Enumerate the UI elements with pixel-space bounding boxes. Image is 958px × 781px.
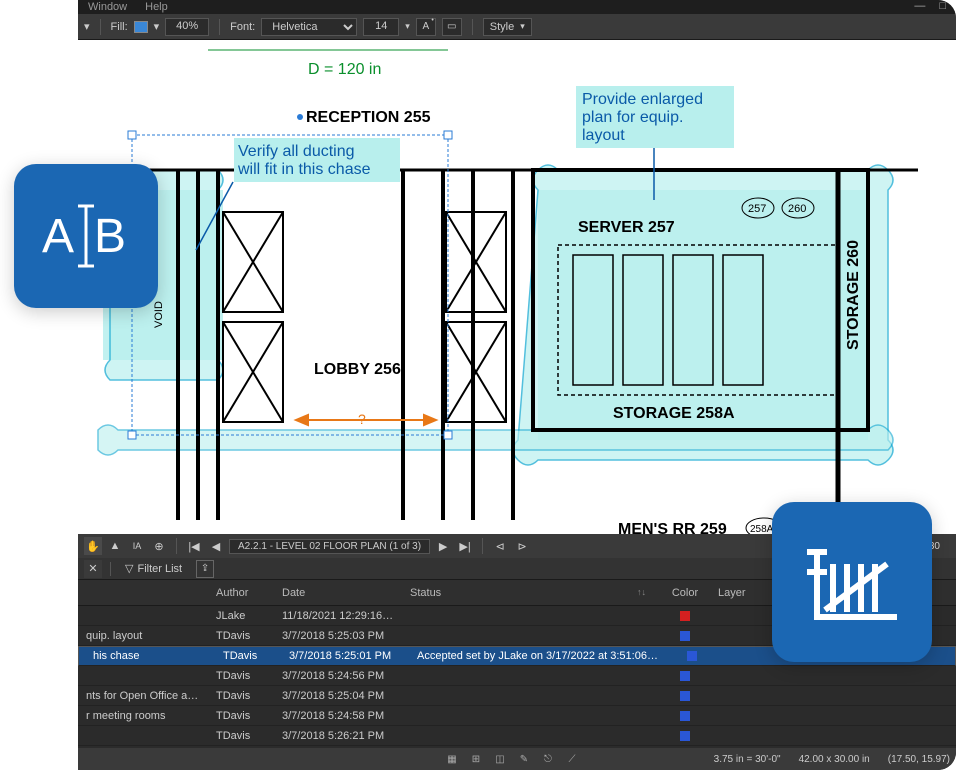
prev-page-button[interactable]: ◀: [207, 537, 225, 555]
status-scale: 3.75 in = 30'-0": [714, 754, 781, 765]
count-tool-overlay-icon: [772, 502, 932, 662]
snap-icon[interactable]: ⊞: [468, 751, 484, 767]
filter-icon: ▽: [125, 562, 133, 575]
sort-icon[interactable]: ↑↓: [637, 587, 646, 599]
text-color-button[interactable]: A•: [416, 18, 436, 36]
formatting-toolbar: ▾ Fill: ▾ 40% Font: Helvetica 14 ▾ A• ▭ …: [78, 14, 956, 40]
table-row[interactable]: TDavis3/7/2018 5:26:21 PM: [78, 726, 956, 746]
menu-window[interactable]: Window: [88, 1, 127, 13]
next-view-button[interactable]: ⊳: [513, 537, 531, 555]
tag-257: 257: [748, 203, 766, 215]
style-select[interactable]: Style▾: [483, 18, 532, 36]
text-tool-overlay-icon: A B: [14, 164, 158, 308]
font-family-select[interactable]: Helvetica: [261, 18, 357, 36]
drawing-canvas[interactable]: D = 120 in ? Verify all ductingwill fit …: [78, 40, 956, 534]
last-page-button[interactable]: ▶|: [456, 537, 474, 555]
svg-text:A: A: [42, 210, 74, 263]
prev-view-button[interactable]: ⊲: [491, 537, 509, 555]
label-storage-258a: STORAGE 258A: [613, 405, 735, 422]
tag-258a: 258A: [750, 524, 774, 534]
export-button[interactable]: ⇪: [196, 560, 214, 578]
status-bar: ▦ ⊞ ◫ ✎ ⎋ ⟋ 3.75 in = 30'-0" 42.00 x 30.…: [78, 748, 956, 770]
label-storage-260: STORAGE 260: [845, 240, 862, 350]
tag-260: 260: [788, 203, 806, 215]
col-author[interactable]: Author: [208, 587, 274, 599]
grid-icon[interactable]: ▦: [444, 751, 460, 767]
font-label: Font:: [230, 21, 255, 33]
fill-dropdown-icon[interactable]: ▾: [154, 20, 160, 33]
label-reception: RECEPTION 255: [306, 109, 431, 126]
ruler-icon[interactable]: ⟋: [564, 751, 580, 767]
select-tool-button[interactable]: ▲: [106, 537, 124, 555]
menu-help[interactable]: Help: [145, 1, 168, 13]
col-color[interactable]: Color: [660, 587, 710, 599]
pan-tool-button[interactable]: ✋: [84, 537, 102, 555]
crop-icon[interactable]: ◫: [492, 751, 508, 767]
first-page-button[interactable]: |◀: [185, 537, 203, 555]
font-size-select[interactable]: 14: [363, 18, 399, 36]
zoom-tool-button[interactable]: ⊕: [150, 537, 168, 555]
col-status[interactable]: Status↑↓: [402, 587, 660, 599]
pencil-icon[interactable]: ✎: [516, 751, 532, 767]
dimension-unknown: ?: [358, 411, 366, 427]
document-title-tab[interactable]: A2.2.1 - LEVEL 02 FLOOR PLAN (1 of 3): [229, 539, 430, 554]
fontsize-dropdown-icon[interactable]: ▾: [405, 21, 410, 32]
col-layer[interactable]: Layer: [710, 587, 770, 599]
dimension-d: D = 120 in: [308, 61, 381, 78]
text-select-button[interactable]: IA: [128, 537, 146, 555]
col-date[interactable]: Date: [274, 587, 402, 599]
table-row[interactable]: TDavis3/7/2018 5:24:56 PM: [78, 666, 956, 686]
table-row[interactable]: r meeting roomsTDavis3/7/2018 5:24:58 PM: [78, 706, 956, 726]
label-server: SERVER 257: [578, 219, 675, 236]
close-panel-button[interactable]: ✕: [84, 560, 102, 578]
table-row[interactable]: nts for Open Office areas?TDavis3/7/2018…: [78, 686, 956, 706]
minimize-button[interactable]: —: [914, 0, 925, 12]
menu-bar: Window Help — □: [78, 0, 956, 14]
label-mens-rr: MEN'S RR 259: [618, 521, 727, 534]
svg-text:B: B: [94, 210, 126, 263]
note-ducting[interactable]: Verify all ductingwill fit in this chase: [237, 143, 371, 178]
fill-label: Fill:: [111, 21, 128, 33]
opacity-select[interactable]: 40%: [165, 18, 209, 36]
fill-color-swatch[interactable]: [134, 21, 148, 33]
status-coords: (17.50, 15.97): [888, 754, 950, 765]
link-icon[interactable]: ⎋: [540, 751, 556, 767]
toolbar-dropdown-icon[interactable]: ▾: [84, 20, 90, 33]
next-page-button[interactable]: ▶: [434, 537, 452, 555]
filter-list-button[interactable]: ▽ Filter List: [119, 560, 188, 577]
maximize-button[interactable]: □: [939, 0, 946, 12]
label-lobby: LOBBY 256: [314, 361, 401, 378]
highlight-button[interactable]: ▭: [442, 18, 462, 36]
label-void: VOID: [153, 301, 165, 328]
status-page-dim: 42.00 x 30.00 in: [799, 754, 870, 765]
